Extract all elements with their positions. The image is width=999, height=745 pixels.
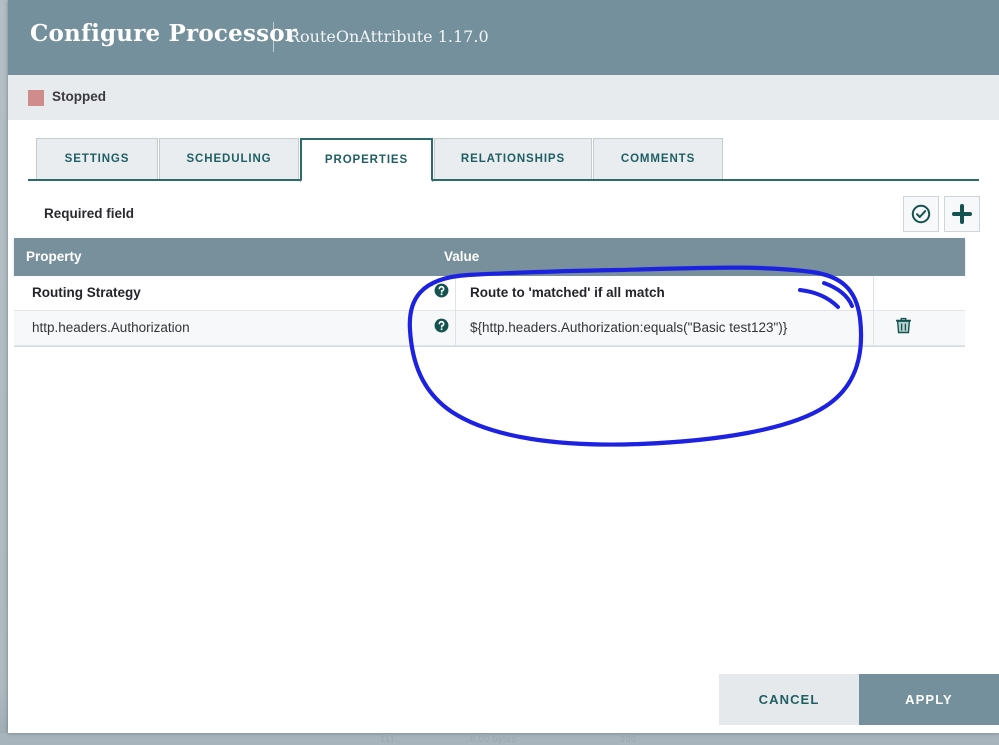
cancel-button[interactable]: CANCEL <box>719 674 859 725</box>
table-header-row: Property Value <box>14 238 965 276</box>
tab-relationships-label: RELATIONSHIPS <box>460 153 566 165</box>
add-property-button[interactable] <box>944 196 980 232</box>
table-row[interactable]: Routing Strategy Route to 'matched' if a… <box>14 276 965 311</box>
verify-properties-button[interactable] <box>903 196 939 232</box>
page-title: Configure Processor <box>30 20 298 47</box>
properties-table: Property Value Routing Strategy Route to… <box>14 238 965 347</box>
help-circle-icon <box>434 318 449 338</box>
dialog-footer: CANCEL APPLY <box>8 674 999 733</box>
tab-scheduling[interactable]: SCHEDULING <box>159 138 299 179</box>
property-help-button[interactable] <box>428 276 455 310</box>
dialog-body: SETTINGS SCHEDULING PROPERTIES RELATIONS… <box>8 120 999 733</box>
required-field-label: Required field <box>44 206 135 221</box>
status-badge-swatch <box>28 90 44 106</box>
check-circle-icon <box>911 204 931 224</box>
row-actions <box>874 276 987 310</box>
tab-strip: SETTINGS SCHEDULING PROPERTIES RELATIONS… <box>28 138 979 182</box>
table-bottom-edge <box>14 346 965 347</box>
property-value-cell[interactable]: Route to 'matched' if all match <box>456 276 873 310</box>
property-help-button[interactable] <box>428 311 455 345</box>
dialog-titlebar: Configure Processor RouteOnAttribute 1.1… <box>8 0 999 75</box>
tab-scheduling-label: SCHEDULING <box>186 153 272 165</box>
property-name-cell: Routing Strategy <box>32 285 141 300</box>
apply-button[interactable]: APPLY <box>859 674 999 725</box>
properties-toolbar: Required field <box>28 192 980 240</box>
configure-processor-dialog: Configure Processor RouteOnAttribute 1.1… <box>8 0 999 733</box>
tab-settings-label: SETTINGS <box>64 153 130 165</box>
column-header-property: Property <box>26 249 82 264</box>
processor-type-version: RouteOnAttribute 1.17.0 <box>288 27 489 46</box>
processor-status-bar: Stopped <box>8 75 999 120</box>
trash-icon[interactable] <box>895 317 912 339</box>
table-row[interactable]: http.headers.Authorization ${http.header… <box>14 311 965 346</box>
row-actions <box>874 311 987 345</box>
tab-properties[interactable]: PROPERTIES <box>300 138 433 182</box>
ghost-text-3: 200 <box>620 734 637 744</box>
ghost-text-2: 0.00 bytes <box>470 734 517 744</box>
property-name-cell: http.headers.Authorization <box>32 320 190 335</box>
tab-comments-label: COMMENTS <box>620 153 696 165</box>
tab-properties-label: PROPERTIES <box>324 154 409 166</box>
apply-button-label: APPLY <box>905 692 953 707</box>
column-header-value: Value <box>444 249 480 264</box>
ghost-text-1: 111 <box>380 734 396 744</box>
tab-comments[interactable]: COMMENTS <box>593 138 723 179</box>
cancel-button-label: CANCEL <box>758 692 820 707</box>
tab-relationships[interactable]: RELATIONSHIPS <box>434 138 592 179</box>
backdrop-ghost-content: 111 0.00 bytes 200 <box>0 733 999 745</box>
plus-icon <box>951 203 973 225</box>
title-divider <box>273 22 274 52</box>
tab-settings[interactable]: SETTINGS <box>36 138 158 179</box>
help-circle-icon <box>434 283 449 303</box>
status-badge: Stopped <box>52 89 106 104</box>
property-value-cell[interactable]: ${http.headers.Authorization:equals("Bas… <box>456 311 873 345</box>
